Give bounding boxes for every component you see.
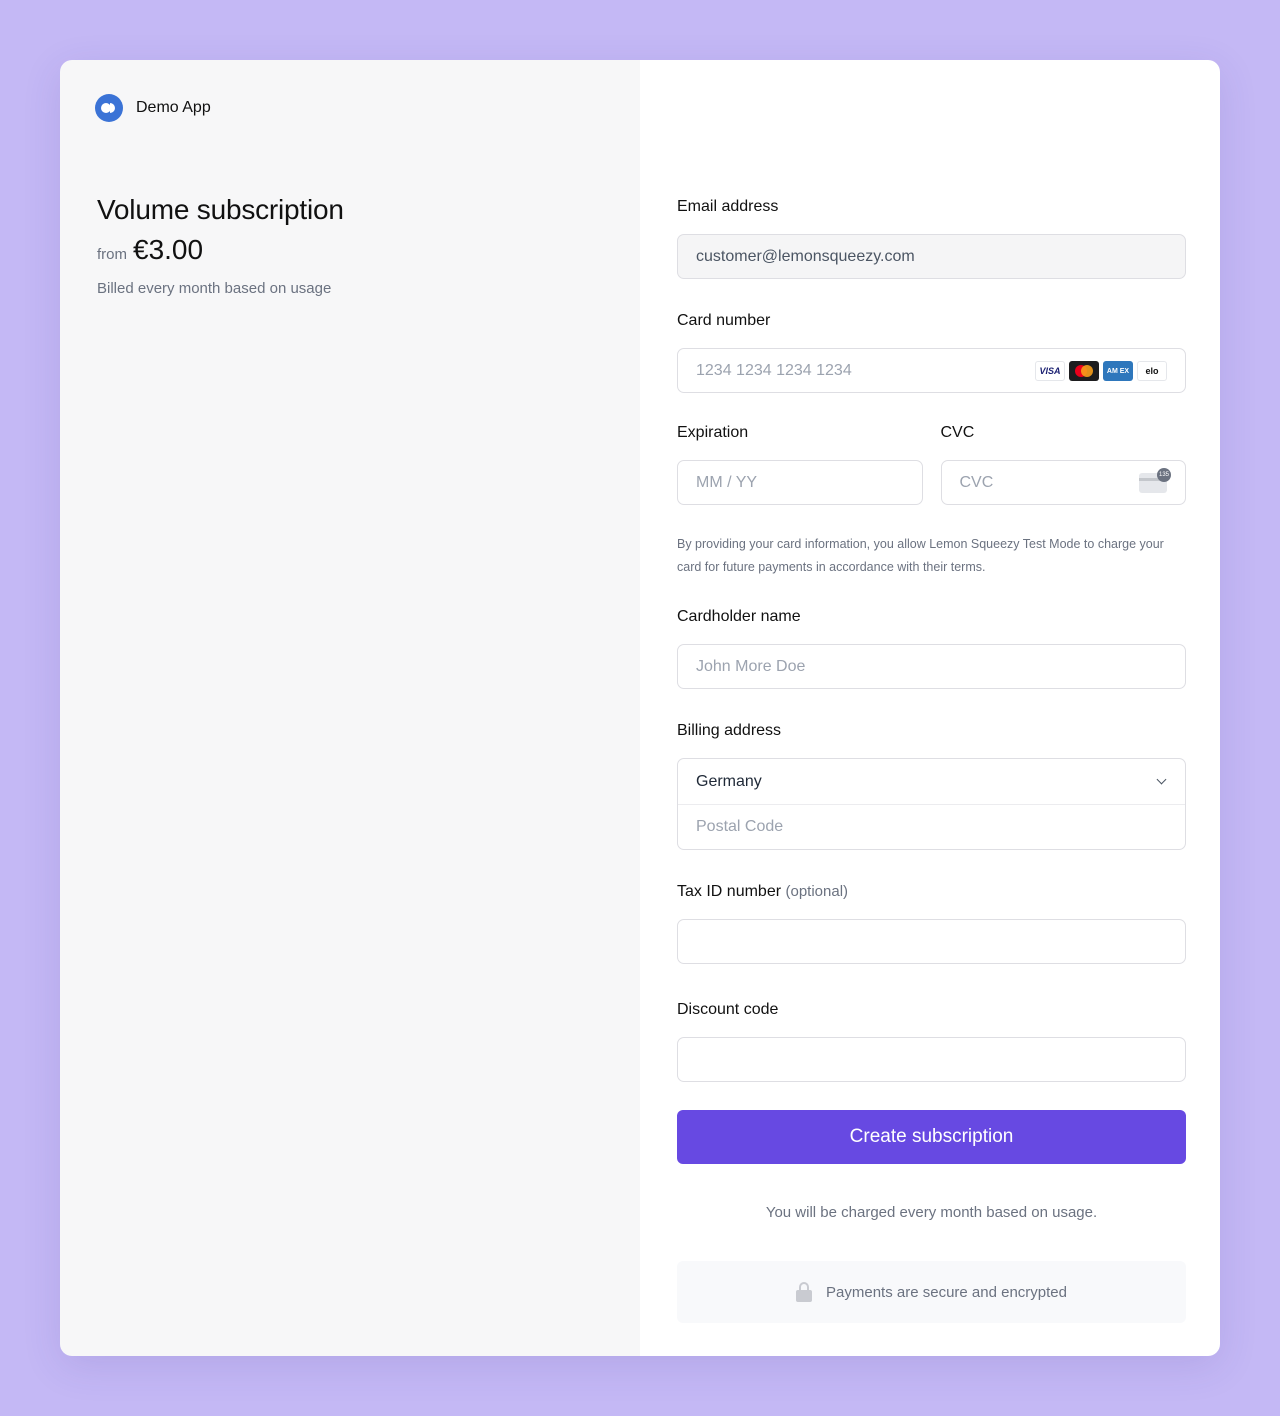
card-number-placeholder: 1234 1234 1234 1234 [696, 361, 852, 379]
tax-id-group: Tax ID number (optional) [677, 883, 1186, 964]
cardholder-label: Cardholder name [677, 608, 801, 625]
tax-id-label-text: Tax ID number [677, 883, 782, 900]
cvc-placeholder: CVC [959, 473, 994, 491]
email-value: customer@lemonsqueezy.com [696, 247, 915, 265]
expiration-group: Expiration MM / YY [677, 424, 923, 505]
email-label: Email address [677, 198, 779, 215]
billing-label: Billing address [677, 722, 782, 739]
amex-icon: AM EX [1103, 361, 1133, 381]
cvc-label: CVC [940, 424, 975, 441]
product-title: Volume subscription [97, 194, 344, 225]
postal-code-field[interactable]: Postal Code [678, 804, 1185, 849]
consent-text: By providing your card information, you … [677, 537, 1164, 574]
checkout-card: Demo App Volume subscription from €3.00 … [60, 60, 1220, 1356]
charge-note: You will be charged every month based on… [765, 1204, 1098, 1221]
payment-panel: Email address customer@lemonsqueezy.com … [640, 60, 1220, 1356]
cvc-field[interactable]: CVC 135 [940, 460, 1186, 505]
price-amount: €3.00 [133, 234, 204, 265]
card-number-group: Card number 1234 1234 1234 1234 VISA AM … [677, 312, 1186, 393]
secure-note: Payments are secure and encrypted [826, 1283, 1067, 1301]
elo-icon: elo [1137, 361, 1167, 381]
payment-form: Email address customer@lemonsqueezy.com … [677, 198, 1186, 1323]
tax-id-label: Tax ID number (optional) [677, 883, 1186, 901]
expiration-placeholder: MM / YY [696, 473, 758, 491]
discount-group: Discount code [677, 1001, 1186, 1082]
cardholder-placeholder: John More Doe [696, 657, 806, 675]
card-number-field[interactable]: 1234 1234 1234 1234 VISA AM EX elo [677, 348, 1186, 393]
expiry-cvc-row: Expiration MM / YY CVC CVC 135 [677, 424, 1186, 505]
expiration-label: Expiration [677, 424, 749, 441]
tax-id-optional: (optional) [785, 883, 849, 900]
card-brands: VISA AM EX elo [1035, 361, 1167, 381]
mastercard-icon [1069, 361, 1099, 381]
brand: Demo App [95, 94, 211, 122]
cvc-badge: 135 [1157, 468, 1171, 482]
chevron-down-icon [1156, 774, 1167, 785]
billing-group: Billing address Germany Postal Code [677, 722, 1186, 850]
lock-icon [796, 1282, 813, 1302]
email-group: Email address customer@lemonsqueezy.com [677, 198, 1186, 279]
product-summary: Volume subscription from €3.00 Billed ev… [97, 194, 344, 297]
cvc-card-icon: 135 [1139, 468, 1171, 493]
cardholder-field[interactable]: John More Doe [677, 644, 1186, 689]
cvc-group: CVC CVC 135 [940, 424, 1186, 505]
price-row: from €3.00 [97, 234, 344, 266]
email-field[interactable]: customer@lemonsqueezy.com [677, 234, 1186, 279]
create-subscription-button[interactable]: Create subscription [677, 1110, 1186, 1164]
billing-combo: Germany Postal Code [677, 758, 1186, 850]
country-select[interactable]: Germany [678, 759, 1185, 804]
discount-field[interactable] [677, 1037, 1186, 1082]
cardholder-group: Cardholder name John More Doe [677, 608, 1186, 689]
secure-notice: Payments are secure and encrypted [677, 1261, 1186, 1323]
discount-label: Discount code [677, 1001, 779, 1018]
order-summary-panel: Demo App Volume subscription from €3.00 … [60, 60, 640, 1356]
billing-note: Billed every month based on usage [97, 280, 332, 297]
visa-icon: VISA [1035, 361, 1065, 381]
brand-name: Demo App [136, 99, 211, 116]
postal-code-placeholder: Postal Code [696, 818, 784, 835]
expiration-field[interactable]: MM / YY [677, 460, 923, 505]
tax-id-field[interactable] [677, 919, 1186, 964]
card-number-label: Card number [677, 312, 771, 329]
price-prefix: from [97, 246, 127, 263]
brand-logo-icon [95, 94, 123, 122]
country-value: Germany [696, 772, 762, 790]
